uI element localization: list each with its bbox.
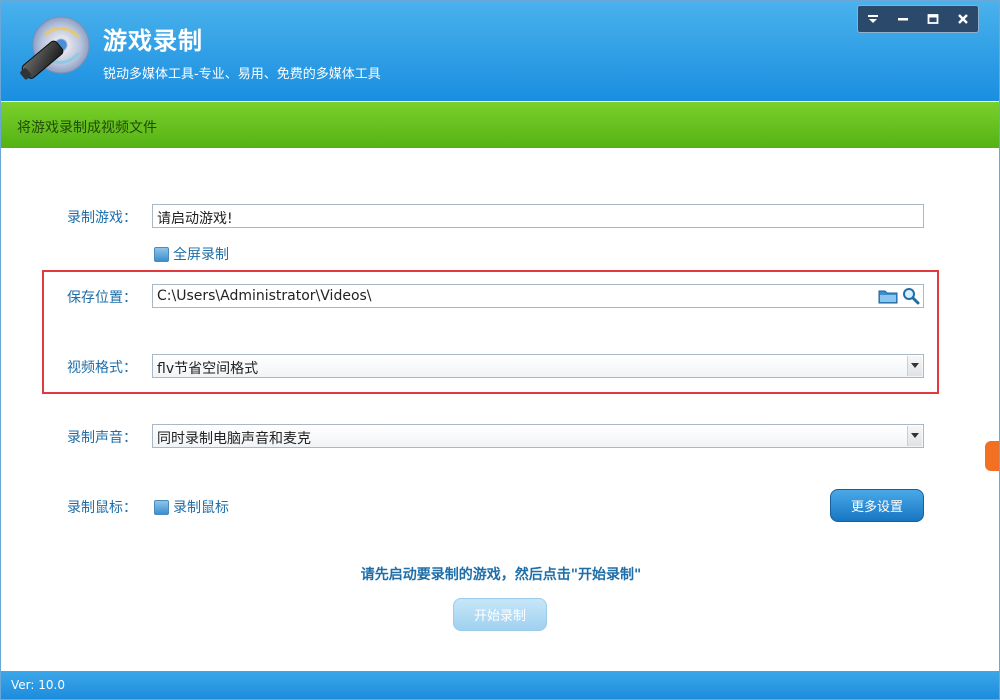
video-format-select[interactable]: flv节省空间格式 bbox=[152, 354, 924, 378]
close-icon[interactable] bbox=[948, 6, 978, 32]
minimize-icon[interactable] bbox=[888, 6, 918, 32]
app-window: 游戏录制 锐动多媒体工具-专业、易用、免费的多媒体工具 将游戏录制成视频文件 录… bbox=[0, 0, 1000, 700]
start-recording-button[interactable]: 开始录制 bbox=[453, 598, 547, 631]
chevron-down-icon[interactable] bbox=[907, 426, 922, 446]
app-subtitle: 锐动多媒体工具-专业、易用、免费的多媒体工具 bbox=[103, 67, 381, 82]
title-bar: 游戏录制 锐动多媒体工具-专业、易用、免费的多媒体工具 bbox=[1, 1, 999, 101]
camera-disc-logo-icon bbox=[20, 16, 90, 80]
audio-select[interactable]: 同时录制电脑声音和麦克 bbox=[152, 424, 924, 448]
section-banner: 将游戏录制成视频文件 bbox=[1, 102, 999, 148]
folder-icon[interactable] bbox=[878, 287, 898, 305]
save-location-label: 保存位置： bbox=[67, 290, 137, 306]
window-controls bbox=[857, 5, 979, 33]
save-location-value: C:\Users\Administrator\Videos\ bbox=[157, 288, 372, 304]
mouse-checkbox-box[interactable] bbox=[154, 499, 169, 515]
game-label: 录制游戏： bbox=[67, 210, 137, 226]
video-format-value: flv节省空间格式 bbox=[157, 361, 259, 377]
banner-text: 将游戏录制成视频文件 bbox=[17, 120, 157, 136]
app-title: 游戏录制 bbox=[103, 27, 203, 55]
side-tab-icon[interactable] bbox=[985, 441, 999, 471]
fullscreen-label: 全屏录制 bbox=[173, 247, 229, 263]
fullscreen-checkbox-box[interactable] bbox=[154, 246, 169, 262]
chevron-down-icon[interactable] bbox=[907, 356, 922, 376]
status-bar: Ver: 10.0 bbox=[1, 671, 999, 699]
audio-label: 录制声音： bbox=[67, 430, 137, 446]
more-settings-button[interactable]: 更多设置 bbox=[830, 489, 924, 522]
version-label: Ver: 10.0 bbox=[11, 678, 65, 692]
fullscreen-checkbox[interactable]: 全屏录制 bbox=[154, 244, 229, 264]
mouse-label: 录制鼠标： bbox=[67, 500, 137, 516]
maximize-icon[interactable] bbox=[918, 6, 948, 32]
mouse-checkbox-label: 录制鼠标 bbox=[173, 500, 229, 516]
video-format-label: 视频格式： bbox=[67, 360, 137, 376]
game-field[interactable]: 请启动游戏! bbox=[152, 204, 924, 228]
dropdown-icon[interactable] bbox=[858, 6, 888, 32]
save-location-field[interactable]: C:\Users\Administrator\Videos\ bbox=[152, 284, 924, 308]
search-icon[interactable] bbox=[901, 287, 921, 305]
mouse-checkbox[interactable]: 录制鼠标 bbox=[154, 497, 229, 517]
audio-value: 同时录制电脑声音和麦克 bbox=[157, 431, 311, 447]
instruction-text: 请先启动要录制的游戏，然后点击"开始录制" bbox=[360, 567, 642, 583]
